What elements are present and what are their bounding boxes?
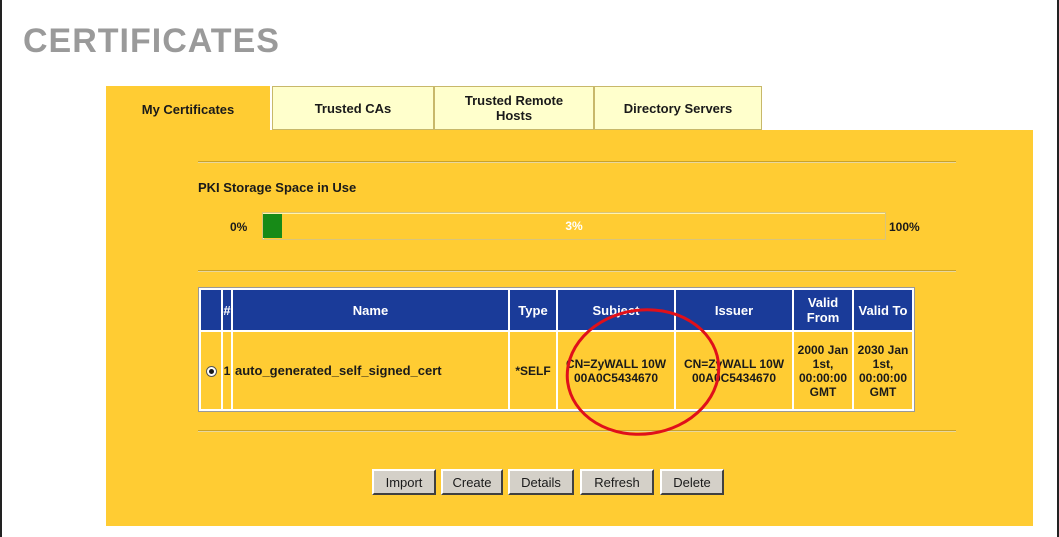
column-header-valid-to: Valid To — [854, 290, 912, 330]
row-valid-from: 2000 Jan 1st, 00:00:00 GMT — [794, 332, 852, 409]
certificates-table: # Name Type Subject Issuer Valid From Va… — [198, 287, 915, 412]
table-header-row: # Name Type Subject Issuer Valid From Va… — [201, 290, 912, 330]
row-index: 1 — [223, 332, 231, 409]
row-name: auto_generated_self_signed_cert — [233, 332, 508, 409]
column-header-type: Type — [510, 290, 556, 330]
page-title: CERTIFICATES — [23, 22, 280, 60]
pki-storage-bar: 3% — [262, 212, 886, 240]
import-button[interactable]: Import — [372, 469, 436, 495]
column-header-subject: Subject — [558, 290, 674, 330]
divider — [198, 270, 956, 272]
pki-max-label: 100% — [889, 220, 920, 234]
details-button[interactable]: Details — [508, 469, 574, 495]
pki-min-label: 0% — [230, 220, 248, 234]
column-header-valid-from: Valid From — [794, 290, 852, 330]
create-button[interactable]: Create — [441, 469, 503, 495]
column-header-name: Name — [233, 290, 508, 330]
certificates-panel: PKI Storage Space in Use 0% 3% 100% # Na… — [106, 130, 1033, 526]
pki-storage-label: PKI Storage Space in Use — [198, 180, 357, 195]
tab-directory-servers[interactable]: Directory Servers — [594, 86, 762, 130]
delete-button[interactable]: Delete — [660, 469, 724, 495]
window-frame-left — [0, 0, 2, 537]
row-issuer: CN=ZyWALL 10W 00A0C5434670 — [676, 332, 792, 409]
tab-trusted-cas[interactable]: Trusted CAs — [272, 86, 434, 130]
row-type: *SELF — [510, 332, 556, 409]
pki-usage-text: 3% — [565, 219, 583, 233]
divider — [198, 430, 956, 432]
row-subject: CN=ZyWALL 10W 00A0C5434670 — [558, 332, 674, 409]
divider — [198, 161, 956, 163]
column-header-issuer: Issuer — [676, 290, 792, 330]
table-row[interactable]: 1 auto_generated_self_signed_cert *SELF … — [201, 332, 912, 409]
tab-my-certificates[interactable]: My Certificates — [106, 86, 270, 132]
row-valid-to: 2030 Jan 1st, 00:00:00 GMT — [854, 332, 912, 409]
column-header-select — [201, 290, 221, 330]
column-header-index: # — [223, 290, 231, 330]
row-select-radio[interactable] — [205, 365, 217, 377]
row-select-cell — [201, 332, 221, 409]
refresh-button[interactable]: Refresh — [580, 469, 654, 495]
tab-trusted-remote-hosts[interactable]: Trusted Remote Hosts — [434, 86, 594, 130]
